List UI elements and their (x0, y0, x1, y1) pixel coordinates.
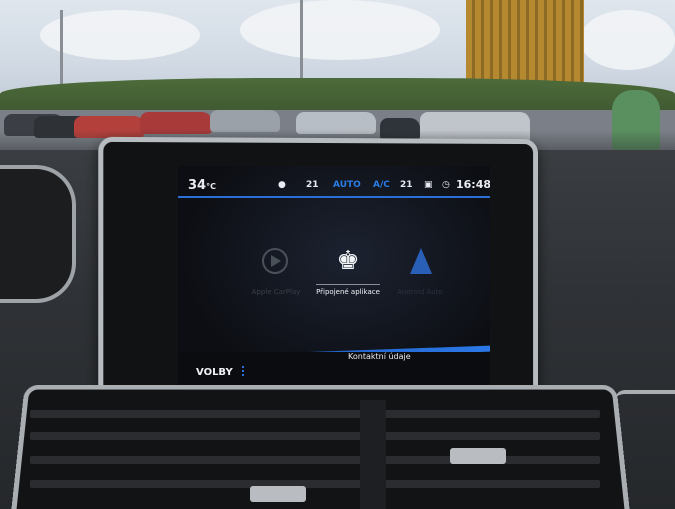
menu-label: Android Auto (397, 288, 443, 296)
vent-slat (30, 410, 600, 418)
cloud (40, 10, 200, 60)
menu-connected-apps[interactable]: ♚ Připojené aplikace (312, 242, 384, 302)
peugeot-lion-icon: ♚ (336, 246, 360, 276)
phone-icon[interactable]: ▣ (424, 180, 433, 190)
status-divider (178, 196, 490, 198)
menu-dots-icon[interactable] (242, 366, 244, 378)
clock-icon: ◷ (442, 180, 450, 190)
photo-scene: 34°C ● 21 AUTO A/C 21 ▣ ◷ 16:48 Apple Ca… (0, 0, 675, 509)
outside-temperature: 34°C (188, 178, 216, 193)
vent-adjust-knob[interactable] (250, 486, 306, 502)
climate-mode[interactable]: AUTO (333, 180, 361, 190)
menu-apple-carplay[interactable]: Apple CarPlay (240, 242, 312, 302)
menu-android-auto[interactable]: Android Auto (384, 242, 456, 302)
dash-trim (615, 390, 675, 444)
menu-label: Připojené aplikace (316, 288, 380, 296)
cloud (580, 10, 675, 70)
vent-divider (360, 400, 386, 509)
clock: 16:48 (456, 178, 490, 191)
parked-car (210, 110, 280, 132)
climate-temp-right[interactable]: 21 (400, 180, 413, 190)
vent-adjust-knob[interactable] (450, 448, 506, 464)
contact-info-button[interactable]: Kontaktní údaje (348, 352, 411, 361)
seat-heat-icon[interactable]: ● (278, 180, 286, 190)
vent-slat (30, 480, 600, 488)
vent-slat (30, 456, 600, 464)
status-bar: 34°C ● 21 AUTO A/C 21 ▣ ◷ 16:48 (178, 174, 490, 196)
center-air-vent (10, 384, 631, 509)
navigation-arrow-icon (410, 248, 432, 274)
selection-underline (316, 284, 380, 285)
cloud (240, 0, 440, 60)
infotainment-screen: 34°C ● 21 AUTO A/C 21 ▣ ◷ 16:48 Apple Ca… (178, 166, 490, 392)
menu-label: Apple CarPlay (251, 288, 301, 296)
options-button[interactable]: VOLBY (196, 367, 233, 378)
ac-indicator[interactable]: A/C (373, 180, 390, 190)
play-icon (271, 255, 281, 267)
climate-temp-left[interactable]: 21 (306, 180, 319, 190)
left-air-vent (0, 165, 76, 303)
vent-slat (30, 432, 600, 440)
